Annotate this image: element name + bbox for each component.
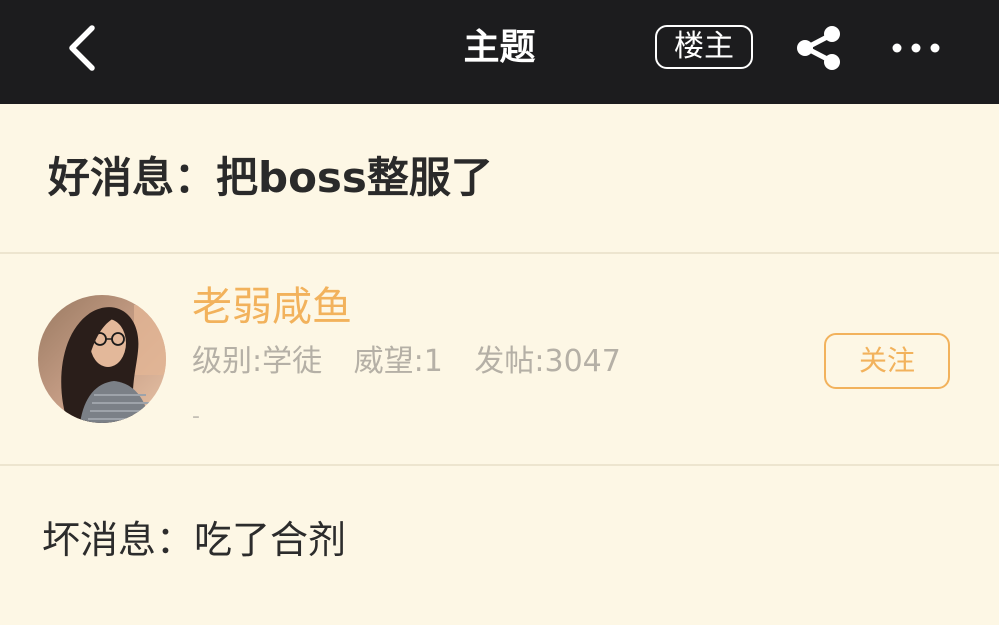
author-stats: 级别:学徒 威望:1 发帖:3047 — [192, 340, 643, 384]
avatar-image — [38, 295, 166, 423]
only-op-button[interactable]: 楼主 — [655, 25, 753, 69]
back-button[interactable] — [60, 22, 106, 74]
divider — [0, 464, 999, 466]
chevron-left-icon — [69, 25, 95, 71]
author-name[interactable]: 老弱咸鱼 — [192, 280, 352, 334]
author-signature: - — [192, 404, 200, 429]
share-icon — [797, 26, 840, 70]
share-button[interactable] — [794, 25, 844, 71]
divider — [0, 252, 999, 254]
more-horizontal-icon — [892, 43, 940, 53]
thread-screen: 主题 楼主 好消息：把boss整服了 老弱咸鱼 级别:学徒 威望:1 发帖:30… — [0, 0, 999, 625]
more-button[interactable] — [890, 36, 942, 60]
author-avatar[interactable] — [38, 295, 166, 423]
post-content: 坏消息：吃了合剂 — [42, 518, 347, 562]
page-title: 主题 — [463, 27, 536, 68]
author-level: 级别:学徒 — [192, 344, 323, 379]
follow-button[interactable]: 关注 — [824, 333, 950, 389]
post-title: 好消息：把boss整服了 — [48, 153, 493, 202]
top-navbar: 主题 楼主 — [0, 0, 999, 104]
author-prestige: 威望:1 — [353, 344, 443, 379]
author-post-count: 发帖:3047 — [474, 344, 621, 379]
